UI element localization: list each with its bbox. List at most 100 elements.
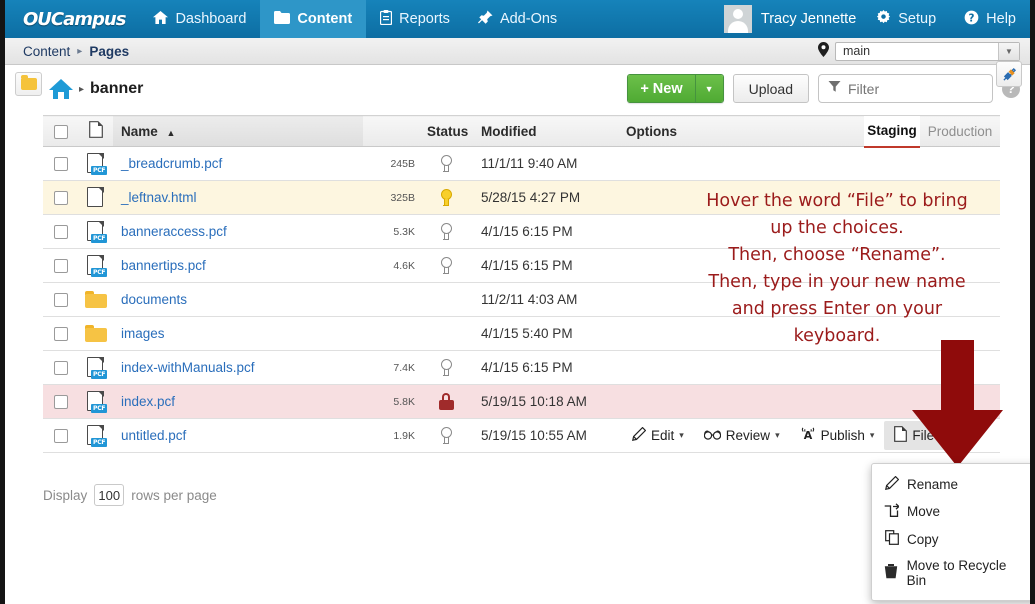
bulb-off-icon[interactable] (440, 257, 453, 274)
upload-button[interactable]: Upload (732, 74, 809, 103)
row-status-cell[interactable] (419, 214, 473, 249)
table-row[interactable]: PCF index.pcf 5.8K 5/19/15 10:18 AM (43, 384, 1000, 419)
bulb-off-icon[interactable] (440, 427, 453, 444)
row-status-cell[interactable] (419, 146, 473, 181)
filter-field[interactable] (818, 74, 993, 103)
row-checkbox[interactable] (54, 395, 68, 410)
bulb-off-icon[interactable] (440, 155, 453, 172)
folder-toggle-button[interactable] (15, 72, 42, 96)
nav-item-setup[interactable]: Setup (862, 9, 950, 29)
select-all-checkbox[interactable] (54, 124, 68, 139)
row-status-cell[interactable] (419, 384, 473, 419)
table-row[interactable]: PCF untitled.pcf 1.9K 5/19/15 10:55 AM E… (43, 418, 1000, 453)
row-name-cell[interactable]: documents (113, 282, 363, 317)
nav-item-add-ons[interactable]: Add-Ons (464, 0, 571, 38)
row-select-cell[interactable] (43, 282, 79, 317)
folder-icon (85, 291, 107, 308)
new-button[interactable]: + New (628, 75, 695, 102)
row-checkbox[interactable] (54, 293, 68, 308)
option-file[interactable]: File ▾ (884, 421, 954, 450)
row-name-cell[interactable]: banneraccess.pcf (113, 214, 363, 249)
row-name-cell[interactable]: images (113, 316, 363, 351)
row-select-cell[interactable] (43, 180, 79, 215)
new-dropdown-toggle[interactable]: ▼ (694, 75, 723, 102)
row-status-cell[interactable] (419, 350, 473, 385)
tab-staging[interactable]: Staging (864, 115, 920, 148)
option-edit[interactable]: Edit ▾ (622, 422, 694, 449)
table-row[interactable]: PCF index-withManuals.pcf 7.4K 4/1/15 6:… (43, 350, 1000, 385)
row-checkbox[interactable] (54, 191, 68, 206)
breadcrumb-item-pages[interactable]: Pages (89, 44, 129, 59)
file-name-link[interactable]: _leftnav.html (121, 190, 197, 205)
file-name-link[interactable]: index.pcf (121, 394, 175, 409)
filter-input[interactable] (846, 79, 976, 98)
row-name-cell[interactable]: index.pcf (113, 384, 363, 419)
select-all-header[interactable] (43, 115, 79, 147)
option-review[interactable]: Review ▾ (694, 423, 790, 448)
row-status-cell[interactable] (419, 180, 473, 215)
nav-item-help[interactable]: ? Help (950, 10, 1030, 29)
file-name-link[interactable]: bannertips.pcf (121, 258, 206, 273)
row-select-cell[interactable] (43, 214, 79, 249)
lock-icon[interactable] (438, 393, 454, 410)
column-header-name[interactable]: Name ▲ (113, 115, 363, 147)
tab-production[interactable]: Production (920, 115, 1000, 147)
brand-logo[interactable]: OUCampus (5, 0, 139, 38)
site-select[interactable]: main ▼ (835, 41, 1020, 61)
table-row[interactable]: _leftnav.html 325B 5/28/15 4:27 PM (43, 180, 1000, 215)
row-select-cell[interactable] (43, 316, 79, 351)
row-select-cell[interactable] (43, 248, 79, 283)
new-button-group[interactable]: + New ▼ (627, 74, 724, 103)
table-row[interactable]: PCF _breadcrumb.pcf 245B 11/1/11 9:40 AM (43, 146, 1000, 181)
file-name-link[interactable]: untitled.pcf (121, 428, 186, 443)
table-row[interactable]: PCF banneraccess.pcf 5.3K 4/1/15 6:15 PM (43, 214, 1000, 249)
row-select-cell[interactable] (43, 418, 79, 453)
bulb-on-icon[interactable] (440, 189, 453, 206)
site-selector[interactable]: main ▼ (818, 41, 1020, 61)
row-status-cell[interactable] (419, 248, 473, 283)
user-name[interactable]: Tracy Jennette (761, 11, 856, 27)
row-status-cell[interactable] (419, 418, 473, 453)
nav-item-reports[interactable]: Reports (366, 0, 464, 38)
row-checkbox[interactable] (54, 429, 68, 444)
option-publish[interactable]: A Publish ▾ (790, 422, 885, 449)
table-row[interactable]: images 4/1/15 5:40 PM (43, 316, 1000, 351)
file-name-link[interactable]: banneraccess.pcf (121, 224, 227, 239)
file-name-link[interactable]: _breadcrumb.pcf (121, 156, 222, 171)
nav-item-content[interactable]: Content (260, 0, 367, 38)
menu-item-move-to-recycle-bin[interactable]: Move to Recycle Bin (872, 553, 1035, 593)
row-checkbox[interactable] (54, 225, 68, 240)
avatar[interactable] (723, 5, 752, 33)
bulb-off-icon[interactable] (440, 359, 453, 376)
row-select-cell[interactable] (43, 350, 79, 385)
file-name-link[interactable]: images (121, 326, 165, 341)
row-select-cell[interactable] (43, 384, 79, 419)
row-select-cell[interactable] (43, 146, 79, 181)
row-checkbox[interactable] (54, 361, 68, 376)
row-name-cell[interactable]: untitled.pcf (113, 418, 363, 453)
chevron-down-icon[interactable]: ▼ (998, 42, 1019, 60)
row-checkbox[interactable] (54, 327, 68, 342)
row-icon-cell (79, 282, 113, 317)
file-name-link[interactable]: index-withManuals.pcf (121, 360, 255, 375)
nav-item-dashboard[interactable]: Dashboard (139, 0, 260, 38)
row-name-cell[interactable]: _breadcrumb.pcf (113, 146, 363, 181)
menu-item-copy[interactable]: Copy (872, 525, 1035, 553)
column-header-status[interactable]: Status (419, 115, 473, 147)
row-name-cell[interactable]: bannertips.pcf (113, 248, 363, 283)
home-icon[interactable] (49, 79, 73, 99)
row-checkbox[interactable] (54, 259, 68, 274)
column-header-modified[interactable]: Modified (473, 115, 618, 147)
menu-item-move[interactable]: Move (872, 498, 1035, 525)
rows-per-page-input[interactable]: 100 (94, 484, 125, 506)
file-name-link[interactable]: documents (121, 292, 187, 307)
bulb-off-icon[interactable] (440, 223, 453, 240)
menu-item-rename[interactable]: Rename (872, 471, 1035, 498)
row-name-cell[interactable]: _leftnav.html (113, 180, 363, 215)
plug-icon[interactable] (996, 61, 1022, 87)
row-name-cell[interactable]: index-withManuals.pcf (113, 350, 363, 385)
row-checkbox[interactable] (54, 157, 68, 172)
breadcrumb-item-content[interactable]: Content (23, 44, 70, 59)
table-row[interactable]: documents 11/2/11 4:03 AM (43, 282, 1000, 317)
table-row[interactable]: PCF bannertips.pcf 4.6K 4/1/15 6:15 PM (43, 248, 1000, 283)
